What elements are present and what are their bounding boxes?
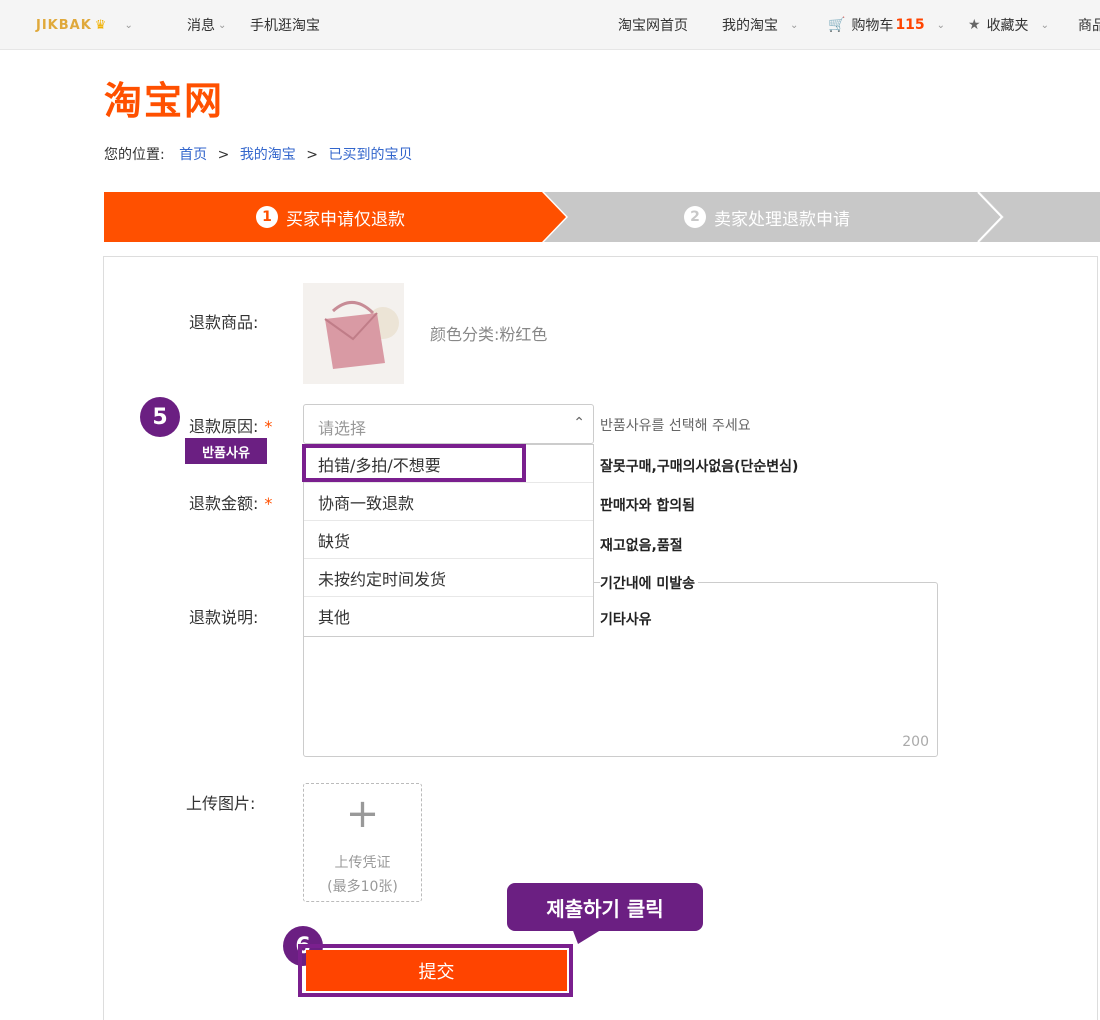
annotation-step-5: 5 xyxy=(140,397,180,437)
products-link[interactable]: 商品 xyxy=(1078,15,1100,35)
refund-product-label: 退款商品: xyxy=(189,313,259,332)
submit-button[interactable]: 提交 xyxy=(306,950,567,991)
annotation-callout-tail xyxy=(572,928,604,944)
step-apply-refund: 1 买家申请仅退款 xyxy=(256,192,405,242)
my-taobao-link[interactable]: 我的淘宝 xyxy=(722,15,778,35)
annotation-option-translation: 재고없음,품절 xyxy=(600,538,683,554)
messages-menu[interactable]: 消息 ⌄ xyxy=(187,0,226,50)
plus-icon: + xyxy=(345,791,380,837)
cart-link[interactable]: 购物车 xyxy=(851,15,893,35)
character-counter: 200 xyxy=(902,734,929,750)
refund-description-label: 退款说明: xyxy=(189,608,259,627)
my-taobao-menu[interactable]: 我的淘宝 ⌄ xyxy=(722,0,798,50)
breadcrumb: 您的位置: 首页 > 我的淘宝 > 已买到的宝贝 xyxy=(104,144,412,164)
taobao-logo[interactable]: 淘宝网 xyxy=(104,70,224,125)
account-menu[interactable]: JIKBAK ♛ ⌄ xyxy=(36,0,133,50)
reason-option-other[interactable]: 其他 xyxy=(304,597,593,635)
breadcrumb-separator: > xyxy=(306,147,318,163)
crown-icon: ♛ xyxy=(94,17,107,33)
step-number: 2 xyxy=(684,206,706,228)
annotation-highlight-option xyxy=(302,444,526,482)
cart-menu[interactable]: 🛒 购物车 115 ⌄ xyxy=(828,0,945,50)
annotation-reason-tag: 반품사유 xyxy=(185,438,267,464)
messages-link[interactable]: 消息 xyxy=(187,15,215,35)
taobao-home-link[interactable]: 淘宝网首页 xyxy=(618,15,688,35)
annotation-select-hint: 반품사유를 선택해 주세요 xyxy=(600,418,751,434)
product-thumbnail[interactable] xyxy=(303,283,404,384)
cart-icon: 🛒 xyxy=(828,17,846,33)
product-sku: 颜色分类:粉红色 xyxy=(430,325,548,344)
refund-reason-select[interactable]: 请选择 ⌃ xyxy=(303,404,594,444)
upload-proof-button[interactable]: + 上传凭证 (最多10张) xyxy=(303,783,422,902)
pink-bag-image xyxy=(303,283,404,384)
refund-reason-placeholder: 请选择 xyxy=(318,419,367,438)
breadcrumb-prefix: 您的位置: xyxy=(104,147,165,163)
annotation-option-translation: 판매자와 합의됨 xyxy=(600,498,696,514)
step-label: 卖家处理退款申请 xyxy=(714,209,850,230)
annotation-option-translation: 기간내에 미발송 xyxy=(600,573,699,593)
username: JIKBAK xyxy=(36,17,92,33)
cart-count-badge: 115 xyxy=(895,17,925,33)
favorites-link[interactable]: 收藏夹 xyxy=(987,15,1029,35)
refund-reason-label: 退款原因: * xyxy=(189,413,272,437)
chevron-down-icon: ⌄ xyxy=(1040,19,1049,31)
annotation-submit-callout: 제출하기 클릭 xyxy=(507,883,703,931)
required-mark: * xyxy=(264,494,273,513)
annotation-option-translation: 잘못구매,구매의사없음(단순변심) xyxy=(600,459,799,475)
step-seller-processing: 2 卖家处理退款申请 xyxy=(684,192,850,242)
refund-amount-label-text: 退款金额: xyxy=(189,494,259,513)
upload-images-label: 上传图片: xyxy=(186,794,256,813)
chevron-down-icon: ⌄ xyxy=(124,19,133,31)
chevron-down-icon: ⌄ xyxy=(218,19,227,31)
reason-option-negotiated[interactable]: 协商一致退款 xyxy=(304,483,593,521)
favorites-menu[interactable]: ★ 收藏夹 ⌄ xyxy=(968,0,1049,50)
upload-limit-text: (最多10张) xyxy=(327,879,398,895)
chevron-down-icon: ⌄ xyxy=(790,19,799,31)
annotation-option-translation: 기타사유 xyxy=(600,612,652,628)
chevron-up-icon: ⌃ xyxy=(573,415,585,431)
breadcrumb-my-taobao[interactable]: 我的淘宝 xyxy=(240,147,296,163)
chevron-down-icon: ⌄ xyxy=(936,19,946,31)
site-top-bar: JIKBAK ♛ ⌄ 消息 ⌄ 手机逛淘宝 淘宝网首页 我的淘宝 ⌄ 🛒 购物车… xyxy=(0,0,1100,50)
reason-option-out-of-stock[interactable]: 缺货 xyxy=(304,521,593,559)
breadcrumb-home[interactable]: 首页 xyxy=(179,147,207,163)
step-number: 1 xyxy=(256,206,278,228)
reason-option-not-shipped[interactable]: 未按约定时间发货 xyxy=(304,559,593,597)
required-mark: * xyxy=(264,417,273,436)
step-label: 买家申请仅退款 xyxy=(286,209,405,230)
breadcrumb-separator: > xyxy=(217,147,230,163)
refund-amount-label: 退款金额: * xyxy=(189,490,272,514)
upload-proof-text: 上传凭证 xyxy=(334,855,391,871)
refund-progress-steps: 1 买家申请仅退款 2 卖家处理退款申请 xyxy=(104,192,1100,242)
star-icon: ★ xyxy=(968,17,981,33)
steps-arrows xyxy=(104,192,1100,242)
refund-reason-label-text: 退款原因: xyxy=(189,417,259,436)
breadcrumb-purchased-items[interactable]: 已买到的宝贝 xyxy=(328,147,412,163)
mobile-taobao-link[interactable]: 手机逛淘宝 xyxy=(250,15,320,35)
